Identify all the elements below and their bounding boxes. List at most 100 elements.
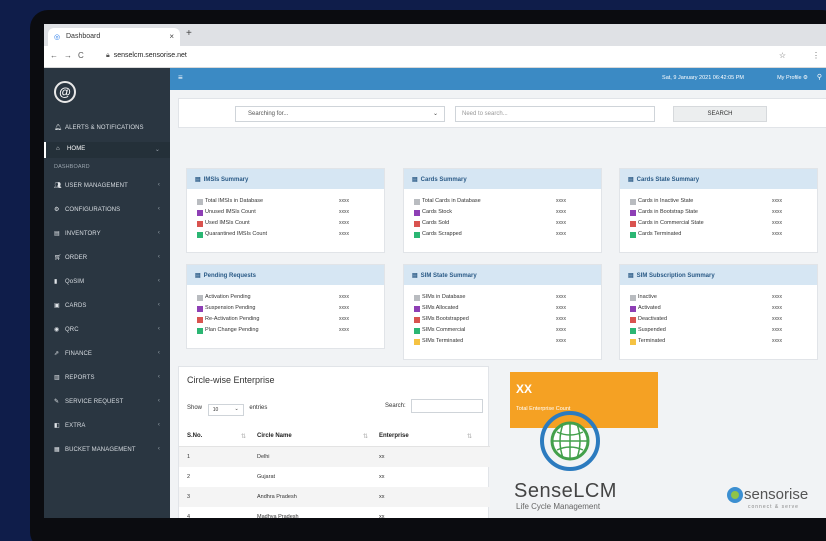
- summary-row: Terminated xxxx: [620, 336, 817, 347]
- summary-label: SIMs in Database: [422, 294, 466, 300]
- sidebar-item-configurations[interactable]: ⚙ CONFIGURATIONS ‹: [44, 202, 170, 218]
- summary-value: xxxx: [772, 338, 782, 344]
- summary-value: xxxx: [556, 220, 566, 226]
- table-row[interactable]: 2 Gujarat xx: [179, 467, 490, 487]
- sidebar-item-label: SERVICE REQUEST: [65, 399, 124, 405]
- new-tab-icon[interactable]: +: [186, 28, 192, 39]
- table-search-input[interactable]: [411, 399, 483, 413]
- table-row[interactable]: 1 Delhi xx: [179, 447, 490, 467]
- cards-summary-card: ▤ Cards Summary Total Cards in Database xxx…: [403, 168, 602, 253]
- sort-icon[interactable]: ⇅: [241, 433, 246, 440]
- card-header: ▤ SIM State Summary: [404, 265, 601, 285]
- reload-icon[interactable]: C: [78, 51, 84, 60]
- sidebar-item-dashboard[interactable]: DASHBOARD: [44, 160, 170, 176]
- summary-label: Suspended: [638, 327, 666, 333]
- summary-value: xxxx: [339, 220, 349, 226]
- summary-row: SIMs in Database xxxx: [404, 292, 601, 303]
- summary-label: Cards in Inactive State: [638, 198, 694, 204]
- cell-circle-name: Delhi: [257, 454, 270, 460]
- forward-icon[interactable]: →: [64, 51, 72, 60]
- sidebar-item-reports[interactable]: ▥ REPORTS ‹: [44, 370, 170, 386]
- summary-value: xxxx: [556, 294, 566, 300]
- bell-icon: 🔔︎: [54, 125, 62, 131]
- summary-label: Total Cards in Database: [422, 198, 481, 204]
- circle-wise-enterprise-table: Circle-wise Enterprise Show 10 ⌄ entries …: [178, 366, 490, 518]
- sidebar-item-extra[interactable]: ◧ EXTRA ‹: [44, 418, 170, 434]
- menu-dots-icon[interactable]: ⋮: [812, 51, 820, 60]
- table-header: S.No. ⇅ Circle Name ⇅ Enterprise ⇅: [179, 425, 490, 447]
- table-row[interactable]: 4 Madhya Pradesh xx: [179, 507, 490, 518]
- sidebar-item-label: QoSIM: [65, 279, 85, 285]
- summary-value: xxxx: [556, 231, 566, 237]
- url-field[interactable]: 🔒︎ senselcm.sensorise.net: [106, 52, 187, 60]
- company-name: sensorise: [744, 486, 809, 503]
- card-title: Pending Requests: [203, 273, 257, 279]
- legend-swatch: [197, 306, 203, 312]
- chevron-left-icon: ‹: [157, 446, 160, 452]
- close-tab-icon[interactable]: ×: [169, 32, 174, 41]
- search-button[interactable]: SEARCH: [673, 106, 767, 122]
- card-header: ▤ SIM Subscription Summary: [620, 265, 817, 285]
- main-content: Searching for... ⌄ Need to search... SEA…: [170, 90, 826, 518]
- sort-icon[interactable]: ⇅: [467, 433, 472, 440]
- lock-icon: 🔒︎: [106, 52, 110, 59]
- table-search-label: Search:: [385, 403, 406, 409]
- search-category-select[interactable]: Searching for... ⌄: [235, 106, 445, 122]
- card-title: Cards State Summary: [636, 177, 700, 183]
- entries-length-select[interactable]: 10 ⌄: [207, 404, 244, 416]
- legend-swatch: [197, 328, 203, 334]
- cell-sno: 1: [187, 454, 191, 460]
- summary-value: xxxx: [556, 305, 566, 311]
- summary-row: SIMs Terminated xxxx: [404, 336, 601, 347]
- sidebar-item-home[interactable]: ⌂ HOME ⌄: [44, 142, 170, 158]
- summary-value: xxxx: [556, 316, 566, 322]
- my-profile-link[interactable]: My Profile ⚙: [777, 75, 808, 81]
- column-header-sno[interactable]: S.No.: [187, 433, 202, 439]
- sidebar-item-qrc[interactable]: ◉ QRC ‹: [44, 322, 170, 338]
- cell-sno: 3: [187, 494, 191, 500]
- summary-value: xxxx: [772, 198, 782, 204]
- sidebar-item-qosim[interactable]: ▮ QoSIM ‹: [44, 274, 170, 290]
- sidebar-item-inventory[interactable]: ▤ INVENTORY ‹: [44, 226, 170, 242]
- chevron-left-icon: ‹: [157, 254, 160, 260]
- sidebar-item-order[interactable]: 🛒︎ ORDER ‹: [44, 250, 170, 266]
- bookmark-star-icon[interactable]: ☆: [779, 51, 786, 60]
- sidebar-item-service-request[interactable]: ✎ SERVICE REQUEST ‹: [44, 394, 170, 410]
- column-header-circle-name[interactable]: Circle Name: [257, 433, 292, 439]
- sidebar-item-user-management[interactable]: 👥︎ USER MANAGEMENT ‹: [44, 178, 170, 194]
- hamburger-menu-icon[interactable]: ≡: [178, 73, 183, 82]
- sort-icon[interactable]: ⇅: [363, 433, 368, 440]
- inventory-icon: ▤: [54, 231, 60, 237]
- address-bar: ← → C 🔒︎ senselcm.sensorise.net ☆ ⋮: [44, 46, 826, 68]
- screen: ◎ Dashboard × + ← → C 🔒︎ senselcm.sensori…: [44, 24, 826, 518]
- entries-length-control: Show 10 ⌄ entries: [187, 402, 267, 416]
- summary-value: xxxx: [772, 220, 782, 226]
- browser-tab[interactable]: ◎ Dashboard ×: [48, 28, 180, 46]
- search-input[interactable]: Need to search...: [455, 106, 655, 122]
- summary-row: Activated xxxx: [620, 303, 817, 314]
- sidebar-item-bucket-management[interactable]: ▦ BUCKET MANAGEMENT ‹: [44, 442, 170, 458]
- summary-value: xxxx: [772, 294, 782, 300]
- sidebar-item-cards[interactable]: ▣ CARDS ‹: [44, 298, 170, 314]
- sidebar-item-alerts-notifications[interactable]: 🔔︎ ALERTS & NOTIFICATIONS: [44, 120, 170, 136]
- chevron-left-icon: ‹: [157, 278, 160, 284]
- summary-label: SIMs Terminated: [422, 338, 464, 344]
- app-logo[interactable]: @: [54, 81, 76, 103]
- summary-value: xxxx: [339, 209, 349, 215]
- summary-label: Cards Stock: [422, 209, 452, 215]
- card-header: ▤ IMSIs Summary: [187, 169, 384, 189]
- table-row[interactable]: 3 Andhra Pradesh xx: [179, 487, 490, 507]
- summary-value: xxxx: [772, 231, 782, 237]
- gears-icon: ⚙: [54, 207, 60, 213]
- summary-row: Unused IMSIs Count xxxx: [187, 207, 384, 218]
- chevron-down-icon: ⌄: [154, 147, 160, 153]
- column-header-enterprise[interactable]: Enterprise: [379, 433, 409, 439]
- summary-row: Suspended xxxx: [620, 325, 817, 336]
- card-title: IMSIs Summary: [203, 177, 249, 183]
- search-icon[interactable]: ⚲: [817, 73, 822, 81]
- summary-value: xxxx: [772, 209, 782, 215]
- summary-icon: ▤: [412, 177, 418, 183]
- summary-row: SIMs Allocated xxxx: [404, 303, 601, 314]
- back-icon[interactable]: ←: [50, 51, 58, 60]
- sidebar-item-finance[interactable]: ⇗ FINANCE ‹: [44, 346, 170, 362]
